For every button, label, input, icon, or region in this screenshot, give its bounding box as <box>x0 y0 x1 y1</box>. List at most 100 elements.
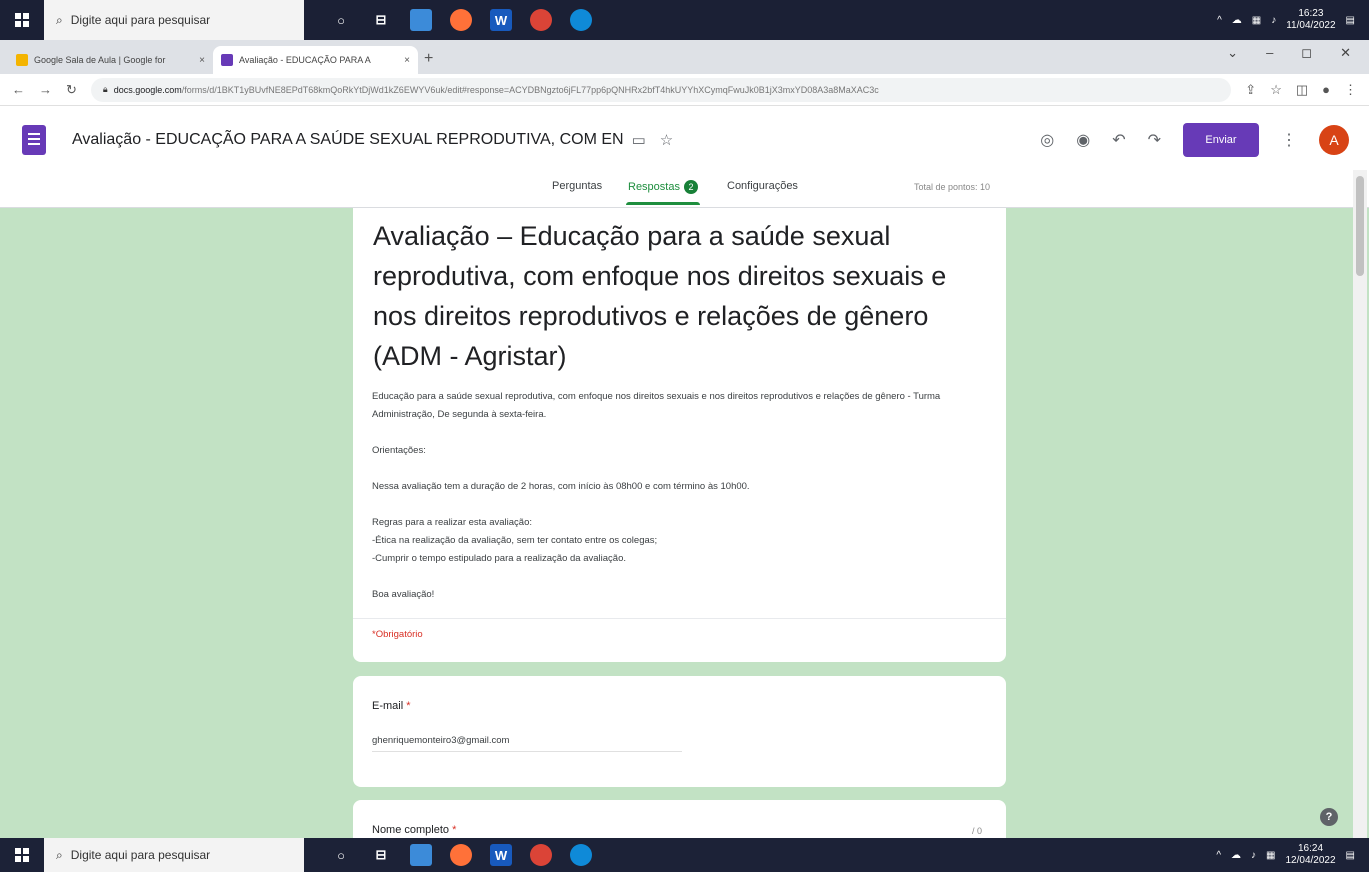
classroom-favicon-icon <box>16 54 28 66</box>
browser-toolbar: ← → ↻ 🔒︎ docs.google.com /forms/d/1BKT1y… <box>0 74 1369 106</box>
form-doc-title[interactable]: Avaliação - EDUCAÇÃO PARA A SAÚDE SEXUAL… <box>72 131 624 149</box>
tab-forms-avaliacao[interactable]: Avaliação - EDUCAÇÃO PARA A × <box>213 46 418 74</box>
name-question-card[interactable]: Nome completo * / 0 <box>353 800 1006 840</box>
minimize-button[interactable]: – <box>1266 45 1273 61</box>
redo-icon[interactable]: ↷ <box>1148 130 1161 150</box>
close-window-button[interactable]: ✕ <box>1340 45 1351 61</box>
email-label-text: E-mail <box>372 700 404 712</box>
cortana-icon[interactable]: ○ <box>330 844 352 866</box>
name-label: Nome completo * <box>372 824 456 836</box>
windows-start-button[interactable] <box>0 838 44 872</box>
word-icon[interactable]: W <box>490 9 512 31</box>
description-closing: Boa avaliação! <box>372 589 435 600</box>
notifications-icon[interactable]: ▤ <box>1346 15 1355 26</box>
file-explorer-icon[interactable] <box>410 844 432 866</box>
email-field[interactable]: ghenriquemonteiro3@gmail.com <box>372 735 682 752</box>
back-icon[interactable]: ← <box>12 82 25 97</box>
description-duration: Nessa avaliação tem a duração de 2 horas… <box>372 481 750 492</box>
tab-search-icon[interactable]: ⌄ <box>1227 45 1238 61</box>
notifications-icon[interactable]: ▤ <box>1346 850 1355 861</box>
cortana-icon[interactable]: ○ <box>330 9 352 31</box>
network-icon[interactable]: ▦ <box>1252 15 1261 26</box>
tab-label: Avaliação - EDUCAÇÃO PARA A <box>239 55 371 65</box>
google-forms-logo-icon[interactable] <box>22 125 46 155</box>
form-title[interactable]: Avaliação – Educação para a saúde sexual… <box>373 216 983 376</box>
clock-date: 11/04/2022 <box>1286 20 1336 31</box>
email-question-card[interactable]: E-mail * ghenriquemonteiro3@gmail.com <box>353 676 1006 787</box>
lock-icon: 🔒︎ <box>102 84 108 94</box>
form-header-card[interactable]: Avaliação – Educação para a saúde sexual… <box>353 208 1006 662</box>
forward-icon[interactable]: → <box>39 82 52 97</box>
share-icon[interactable]: ⇪ <box>1245 82 1256 98</box>
question-points: / 0 <box>971 826 982 836</box>
volume-icon[interactable]: ♪ <box>1271 15 1276 26</box>
firefox-icon[interactable] <box>450 9 472 31</box>
name-label-text: Nome completo <box>372 824 450 836</box>
browser-tabstrip: Google Sala de Aula | Google for × Avali… <box>0 40 1369 74</box>
extension-icon[interactable]: ● <box>1322 82 1330 97</box>
system-clock[interactable]: 16:24 12/04/2022 <box>1285 843 1335 867</box>
send-button[interactable]: Enviar <box>1183 123 1259 157</box>
tray-chevron-icon[interactable]: ^ <box>1217 15 1222 26</box>
chrome-icon[interactable] <box>530 844 552 866</box>
tray-chevron-icon[interactable]: ^ <box>1216 850 1221 861</box>
total-points: Total de pontos: 10 <box>914 182 991 192</box>
help-icon[interactable]: ? <box>1320 808 1338 826</box>
close-tab-icon[interactable]: × <box>199 55 205 66</box>
restore-button[interactable]: ◻ <box>1301 45 1312 61</box>
folder-icon[interactable]: ▭ <box>632 131 646 149</box>
new-tab-button[interactable]: + <box>424 50 433 68</box>
palette-icon[interactable]: ◎ <box>1040 130 1054 150</box>
network-icon[interactable]: ▦ <box>1266 850 1275 861</box>
forms-tab-bar: Perguntas Respostas 2 Configurações Total… <box>0 174 1369 208</box>
bookmark-star-icon[interactable]: ☆ <box>1270 82 1282 98</box>
more-options-icon[interactable]: ⋮ <box>1281 130 1297 150</box>
taskbar-bottom: ⌕ Digite aqui para pesquisar ○ ⊟ W ^ ☁ ♪… <box>0 838 1369 872</box>
address-bar[interactable]: 🔒︎ docs.google.com /forms/d/1BKT1yBUvfNE… <box>90 77 1232 102</box>
scrollbar-thumb[interactable] <box>1356 176 1364 276</box>
edge-icon[interactable] <box>570 9 592 31</box>
undo-icon[interactable]: ↶ <box>1112 130 1125 150</box>
taskbar-search-placeholder: Digite aqui para pesquisar <box>70 13 211 27</box>
description-rule-2: -Cumprir o tempo estipulado para a reali… <box>372 553 626 564</box>
search-icon: ⌕ <box>56 847 63 862</box>
system-clock[interactable]: 16:23 11/04/2022 <box>1286 8 1335 32</box>
page-scrollbar[interactable] <box>1353 170 1367 838</box>
side-panel-icon[interactable]: ◫ <box>1296 82 1308 98</box>
tab-responses-label: Respostas <box>628 180 680 193</box>
file-explorer-icon[interactable] <box>410 9 432 31</box>
divider <box>353 618 1006 619</box>
preview-eye-icon[interactable]: ◉ <box>1076 130 1090 150</box>
reload-icon[interactable]: ↻ <box>66 82 77 98</box>
taskbar-search[interactable]: ⌕ Digite aqui para pesquisar <box>44 838 304 872</box>
task-view-icon[interactable]: ⊟ <box>370 844 392 866</box>
onedrive-icon[interactable]: ☁ <box>1232 15 1242 26</box>
description-rule-1: -Ética na realização da avaliação, sem t… <box>372 535 658 546</box>
chrome-icon[interactable] <box>530 9 552 31</box>
star-icon[interactable]: ☆ <box>660 131 673 149</box>
tab-settings[interactable]: Configurações <box>727 180 798 192</box>
word-icon[interactable]: W <box>490 844 512 866</box>
form-description[interactable]: Educação para a saúde sexual reprodutiva… <box>372 388 972 622</box>
email-label: E-mail * <box>372 700 411 712</box>
avatar[interactable]: A <box>1319 125 1349 155</box>
url-path: /forms/d/1BKT1yBUvfNE8EPdT68kmQoRkYtDjWd… <box>181 84 879 95</box>
firefox-icon[interactable] <box>450 844 472 866</box>
browser-menu-icon[interactable]: ⋮ <box>1344 82 1357 98</box>
tab-responses[interactable]: Respostas 2 <box>626 180 700 205</box>
url-domain: docs.google.com <box>113 84 182 95</box>
description-orientations: Orientações: <box>372 445 426 456</box>
tab-questions[interactable]: Perguntas <box>552 180 602 192</box>
taskbar-search[interactable]: ⌕ Digite aqui para pesquisar <box>44 0 304 40</box>
close-tab-icon[interactable]: × <box>404 55 410 66</box>
volume-icon[interactable]: ♪ <box>1251 850 1256 861</box>
responses-count-badge: 2 <box>683 180 698 194</box>
forms-header: Avaliação - EDUCAÇÃO PARA A SAÚDE SEXUAL… <box>0 106 1369 208</box>
windows-start-button[interactable] <box>0 0 44 40</box>
onedrive-icon[interactable]: ☁ <box>1231 850 1241 861</box>
search-icon: ⌕ <box>56 12 63 27</box>
task-view-icon[interactable]: ⊟ <box>370 9 392 31</box>
tab-google-classroom[interactable]: Google Sala de Aula | Google for × <box>8 46 213 74</box>
edge-icon[interactable] <box>570 844 592 866</box>
taskbar-search-placeholder: Digite aqui para pesquisar <box>70 848 211 862</box>
